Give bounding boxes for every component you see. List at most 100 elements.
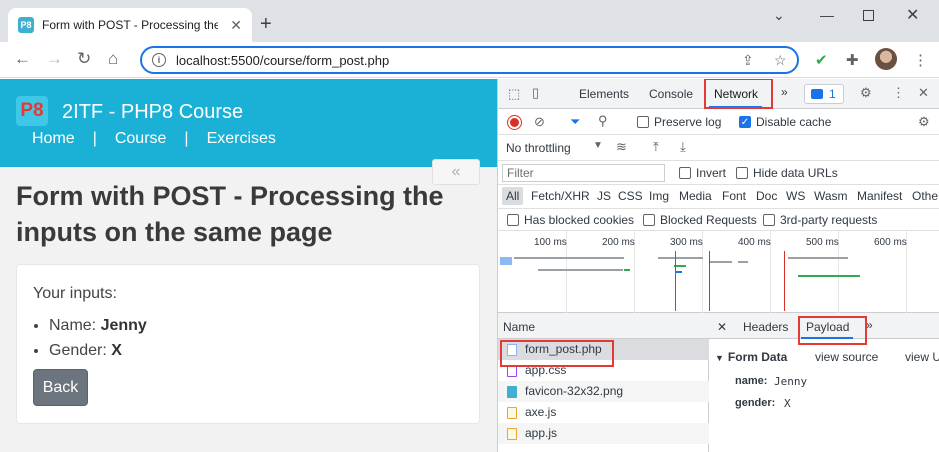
extensions-puzzle-icon[interactable]: ✚: [846, 51, 859, 69]
network-settings-gear-icon[interactable]: ⚙: [918, 114, 930, 130]
back-button[interactable]: Back: [33, 369, 88, 406]
inputs-list: Name: Jenny Gender: X: [49, 313, 147, 363]
address-bar[interactable]: i localhost:5500/course/form_post.php ⇪ …: [140, 46, 799, 74]
type-doc[interactable]: Doc: [756, 189, 777, 203]
window-close-icon[interactable]: ✕: [906, 5, 919, 25]
network-conditions-icon[interactable]: ≋: [616, 139, 627, 155]
tab-console[interactable]: Console: [649, 87, 693, 101]
type-manifest[interactable]: Manifest: [857, 189, 902, 203]
request-name: app.js: [525, 426, 558, 440]
blocked-requests-label: Blocked Requests: [660, 213, 757, 227]
filter-funnel-icon[interactable]: ⏷: [570, 114, 580, 130]
back-arrow-icon[interactable]: ←: [14, 50, 31, 68]
table-row[interactable]: axe.js: [498, 402, 709, 423]
nav-home-link[interactable]: Home: [32, 130, 75, 148]
table-row[interactable]: favicon-32x32.png: [498, 381, 709, 402]
more-detail-tabs-icon[interactable]: »: [866, 318, 873, 332]
web-page: P8 2ITF - PHP8 Course Home | Course | Ex…: [0, 79, 497, 452]
type-img[interactable]: Img: [649, 189, 669, 203]
type-css[interactable]: CSS: [618, 189, 643, 203]
throttling-dropdown-icon[interactable]: ▼: [593, 140, 603, 151]
site-header: P8 2ITF - PHP8 Course Home | Course | Ex…: [0, 79, 497, 167]
blocked-requests-checkbox[interactable]: [643, 214, 655, 226]
record-icon[interactable]: [508, 116, 521, 129]
throttling-select[interactable]: No throttling: [506, 141, 571, 155]
detail-close-icon[interactable]: ✕: [717, 320, 727, 334]
name-column-header[interactable]: Name: [498, 313, 709, 339]
payload-tab-highlight: [798, 316, 867, 345]
third-party-label: 3rd-party requests: [780, 213, 878, 227]
filter-input[interactable]: Filter: [502, 164, 665, 182]
new-tab-button[interactable]: +: [260, 14, 272, 34]
type-font[interactable]: Font: [722, 189, 746, 203]
timeline-tick: 300 ms: [670, 237, 703, 248]
tab-headers[interactable]: Headers: [743, 320, 788, 334]
minimize-icon[interactable]: —: [820, 7, 834, 23]
site-title[interactable]: 2ITF - PHP8 Course: [62, 101, 243, 124]
browser-tab-active[interactable]: P8 Form with POST - Processing the ✕: [8, 8, 252, 42]
reload-icon[interactable]: ↻: [77, 50, 91, 68]
form-data-section[interactable]: ▼ Form Data: [715, 350, 787, 364]
tab-search-chevron-icon[interactable]: ⌄: [773, 7, 785, 24]
type-other[interactable]: Othe: [912, 189, 938, 203]
url-text: localhost:5500/course/form_post.php: [176, 52, 390, 68]
bookmark-star-icon[interactable]: ☆: [774, 52, 787, 69]
third-party-checkbox[interactable]: [763, 214, 775, 226]
forward-arrow-icon[interactable]: →: [46, 50, 63, 68]
nav-course-link[interactable]: Course: [115, 130, 167, 148]
network-tab-highlight: [704, 79, 773, 109]
maximize-icon[interactable]: [863, 10, 874, 21]
settings-gear-icon[interactable]: ⚙: [860, 85, 872, 101]
import-har-icon[interactable]: ⤒: [653, 139, 659, 155]
clear-icon[interactable]: ⊘: [534, 114, 545, 130]
browser-titlebar: P8 Form with POST - Processing the ✕ + ⌄…: [0, 0, 939, 42]
type-all[interactable]: All: [502, 187, 524, 205]
view-url-encoded-link[interactable]: view U: [905, 350, 939, 364]
devtools-menu-icon[interactable]: ⋮: [892, 85, 905, 101]
type-js[interactable]: JS: [597, 189, 611, 203]
type-fetch-xhr[interactable]: Fetch/XHR: [531, 189, 590, 203]
request-name: axe.js: [525, 405, 557, 419]
share-icon[interactable]: ⇪: [742, 52, 754, 69]
nav-exercises-link[interactable]: Exercises: [207, 130, 276, 148]
blocked-filter-row: Has blocked cookies Blocked Requests 3rd…: [498, 209, 939, 231]
console-message-badge[interactable]: 1: [804, 84, 844, 104]
export-har-icon[interactable]: ⤓: [680, 139, 686, 155]
profile-avatar[interactable]: [875, 48, 897, 70]
timeline-bar: [500, 257, 512, 265]
hide-data-urls-checkbox[interactable]: [736, 167, 748, 179]
more-tabs-icon[interactable]: »: [781, 85, 788, 99]
preserve-log-label: Preserve log: [654, 115, 722, 129]
disable-cache-checkbox[interactable]: ✓: [739, 116, 751, 128]
inspect-element-icon[interactable]: ⬚: [508, 86, 520, 102]
nav-separator: |: [184, 130, 189, 147]
home-icon[interactable]: ⌂: [108, 50, 118, 68]
list-item: Name: Jenny: [49, 313, 147, 338]
view-source-link[interactable]: view source: [815, 350, 878, 364]
site-logo[interactable]: P8: [16, 96, 48, 126]
invert-checkbox[interactable]: [679, 167, 691, 179]
message-count: 1: [829, 87, 836, 101]
type-wasm[interactable]: Wasm: [814, 189, 848, 203]
favicon-icon: P8: [18, 17, 34, 33]
timeline-bar: [788, 257, 848, 259]
device-toolbar-icon[interactable]: ▯: [532, 85, 539, 101]
site-info-icon[interactable]: i: [152, 53, 166, 67]
devtools-close-icon[interactable]: ✕: [918, 85, 929, 101]
menu-kebab-icon[interactable]: ⋮: [913, 51, 928, 69]
network-timeline-overview[interactable]: 100 ms 200 ms 300 ms 400 ms 500 ms 600 m…: [498, 231, 939, 313]
type-media[interactable]: Media: [679, 189, 712, 203]
input-value: X: [111, 342, 122, 359]
table-row[interactable]: app.js: [498, 423, 709, 444]
timeline-tick: 400 ms: [738, 237, 771, 248]
request-list: Name form_post.php app.css favicon-32x32…: [498, 313, 709, 452]
type-ws[interactable]: WS: [786, 189, 805, 203]
timeline-bar: [710, 261, 732, 263]
extension-check-icon[interactable]: ✔: [815, 51, 828, 69]
blocked-cookies-checkbox[interactable]: [507, 214, 519, 226]
search-icon[interactable]: ⚲: [598, 113, 608, 129]
tab-close-icon[interactable]: ✕: [230, 17, 242, 34]
timeline-tick: 500 ms: [806, 237, 839, 248]
preserve-log-checkbox[interactable]: [637, 116, 649, 128]
tab-elements[interactable]: Elements: [579, 87, 629, 101]
